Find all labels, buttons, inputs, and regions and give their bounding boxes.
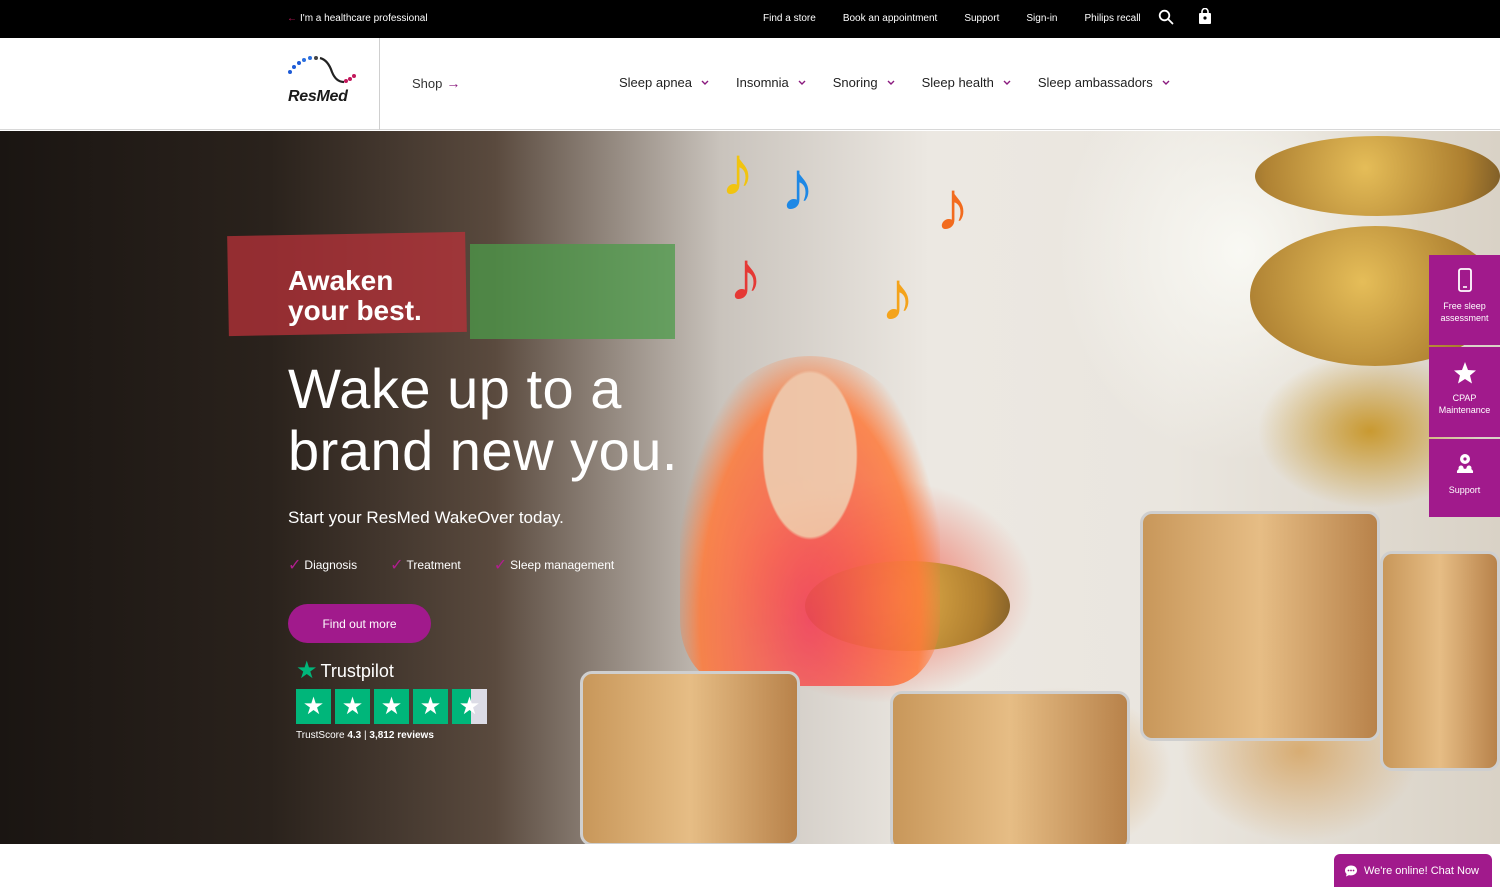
star-icon bbox=[1453, 362, 1476, 384]
chevron-down-icon bbox=[1003, 80, 1011, 85]
star-icon: ★ bbox=[374, 689, 409, 724]
checklist-label: Treatment bbox=[406, 558, 461, 572]
nav-item-label: Insomnia bbox=[736, 75, 789, 90]
trustpilot-score: TrustScore 4.3 | 3,812 reviews bbox=[296, 730, 487, 741]
trustpilot-star-icon: ★ bbox=[296, 657, 318, 684]
support-link[interactable]: Support bbox=[964, 13, 999, 24]
cymbal-decoration bbox=[1255, 136, 1500, 216]
utility-bar: ← I'm a healthcare professional Find a s… bbox=[0, 0, 1500, 38]
music-note-decoration: ♪ bbox=[935, 167, 970, 245]
chat-label: We're online! Chat Now bbox=[1364, 864, 1480, 877]
utility-links: Find a store Book an appointment Support… bbox=[763, 13, 1168, 24]
review-count: 3,812 reviews bbox=[369, 730, 434, 741]
drum-decoration bbox=[1380, 551, 1500, 771]
star-icon: ★ bbox=[335, 689, 370, 724]
nav-item-snoring[interactable]: Snoring bbox=[833, 75, 895, 90]
healthcare-professional-label: I'm a healthcare professional bbox=[300, 13, 428, 24]
tagline-line: your best. bbox=[288, 295, 422, 326]
drum-decoration bbox=[580, 671, 800, 844]
half-star-icon: ★ bbox=[452, 689, 487, 724]
trustpilot-name: Trustpilot bbox=[320, 660, 394, 681]
nav-item-label: Sleep apnea bbox=[619, 75, 693, 90]
trustscore-value: 4.3 bbox=[347, 730, 362, 741]
drum-decoration bbox=[890, 691, 1130, 844]
chevron-down-icon bbox=[798, 80, 806, 85]
checklist-item: ✓ Treatment bbox=[390, 555, 461, 575]
hero-tagline: Awaken your best. bbox=[288, 266, 422, 326]
phone-icon bbox=[1457, 268, 1472, 292]
checklist-item: ✓ Diagnosis bbox=[288, 555, 357, 575]
hero-checklist: ✓ Diagnosis ✓ Treatment ✓ Sleep manageme… bbox=[288, 555, 647, 575]
drum-decoration bbox=[1140, 511, 1380, 741]
music-note-decoration: ♪ bbox=[720, 132, 755, 210]
widget-label: Free sleep assessment bbox=[1440, 301, 1489, 323]
chevron-down-icon bbox=[887, 80, 895, 85]
chevron-down-icon bbox=[701, 80, 709, 85]
cpap-maintenance-widget[interactable]: CPAP Maintenance bbox=[1429, 347, 1500, 437]
nav-item-sleep-ambassadors[interactable]: Sleep ambassadors bbox=[1038, 75, 1170, 90]
arrow-right-icon: → bbox=[446, 75, 461, 91]
nav-item-label: Sleep health bbox=[921, 75, 994, 90]
star-icon: ★ bbox=[296, 689, 331, 724]
find-store-link[interactable]: Find a store bbox=[763, 13, 816, 24]
nav-item-sleep-apnea[interactable]: Sleep apnea bbox=[619, 75, 709, 90]
support-widget[interactable]: Support bbox=[1429, 439, 1500, 517]
logo-wordmark: ResMed bbox=[288, 88, 348, 105]
support-agent-icon bbox=[1456, 454, 1473, 473]
trustpilot-widget[interactable]: ★ Trustpilot ★ ★ ★ ★ ★ TrustScore 4.3 | … bbox=[296, 659, 487, 741]
free-sleep-assessment-widget[interactable]: Free sleep assessment bbox=[1429, 255, 1500, 345]
arrow-left-icon: ← bbox=[287, 13, 297, 24]
checkmark-icon: ✓ bbox=[288, 557, 302, 574]
logo-wave-icon bbox=[288, 56, 356, 84]
music-note-decoration: ♪ bbox=[780, 147, 815, 225]
checklist-label: Sleep management bbox=[510, 558, 615, 572]
search-icon[interactable] bbox=[1158, 9, 1174, 25]
chevron-down-icon bbox=[1162, 80, 1170, 85]
star-icon: ★ bbox=[413, 689, 448, 724]
widget-label: CPAP Maintenance bbox=[1438, 393, 1491, 415]
healthcare-professional-link[interactable]: ← I'm a healthcare professional bbox=[287, 13, 428, 24]
philips-recall-link[interactable]: Philips recall bbox=[1085, 13, 1141, 24]
checklist-item: ✓ Sleep management bbox=[494, 555, 614, 575]
tagline-line: Awaken bbox=[288, 265, 394, 296]
header-divider bbox=[379, 38, 380, 130]
music-note-decoration: ♪ bbox=[880, 257, 915, 335]
trustscore-label: TrustScore bbox=[296, 730, 345, 741]
checkmark-icon: ✓ bbox=[390, 557, 404, 574]
chat-bubble-icon bbox=[1345, 865, 1357, 876]
background-poster bbox=[470, 244, 675, 339]
nav-item-insomnia[interactable]: Insomnia bbox=[736, 75, 806, 90]
widget-label: Support bbox=[1448, 485, 1481, 495]
main-header: ResMed Shop → Sleep apnea Insomnia Snori… bbox=[0, 38, 1500, 130]
hero-headline: Wake up to a brand new you. bbox=[288, 357, 678, 482]
main-nav: Sleep apnea Insomnia Snoring Sleep healt… bbox=[619, 75, 1197, 90]
shopping-bag-icon[interactable] bbox=[1197, 8, 1213, 25]
find-out-more-button[interactable]: Find out more bbox=[288, 604, 431, 643]
checkmark-icon: ✓ bbox=[493, 557, 508, 574]
nav-item-sleep-health[interactable]: Sleep health bbox=[922, 75, 1011, 90]
shop-link[interactable]: Shop → bbox=[412, 75, 460, 91]
resmed-logo[interactable]: ResMed bbox=[286, 52, 358, 108]
chat-now-button[interactable]: We're online! Chat Now bbox=[1334, 854, 1492, 887]
nav-item-label: Snoring bbox=[832, 75, 878, 90]
music-note-decoration: ♪ bbox=[728, 237, 763, 315]
nav-item-label: Sleep ambassadors bbox=[1037, 75, 1153, 90]
hero-subheadline: Start your ResMed WakeOver today. bbox=[288, 508, 564, 527]
book-appointment-link[interactable]: Book an appointment bbox=[843, 13, 938, 24]
hero-banner: ♪ ♪ ♪ ♪ ♪ Awaken your best. Wake up to a… bbox=[0, 131, 1500, 844]
checklist-label: Diagnosis bbox=[304, 558, 358, 572]
trustpilot-rating-stars: ★ ★ ★ ★ ★ bbox=[296, 689, 487, 724]
trustpilot-brand: ★ Trustpilot bbox=[296, 659, 487, 683]
sign-in-link[interactable]: Sign-in bbox=[1026, 13, 1057, 24]
shop-label: Shop bbox=[412, 75, 443, 91]
